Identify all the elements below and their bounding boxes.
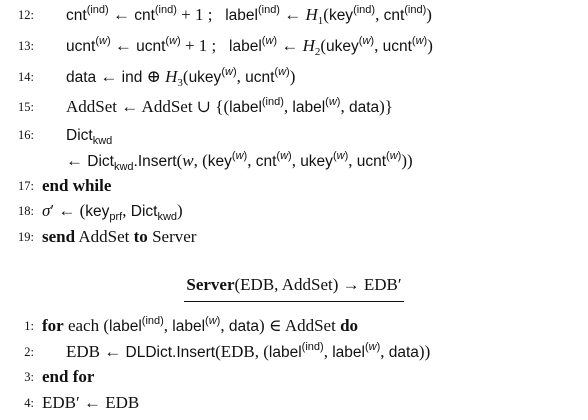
line-number: 1: bbox=[24, 319, 34, 333]
line-number: 15: bbox=[18, 100, 34, 114]
line-14-code: data ← ind ⊕ H3(ukey(w), ucnt(w)) bbox=[66, 66, 296, 89]
server-title-signature: (EDB, AddSet) → EDB′ bbox=[234, 275, 402, 294]
line-12-code: cnt(ind) ← cnt(ind) + 1 ; label(ind) ← H… bbox=[66, 4, 432, 27]
send-object: AddSet bbox=[78, 227, 130, 246]
line-number: 12: bbox=[18, 8, 34, 22]
end-for-keyword: end for bbox=[42, 367, 95, 386]
line-16-code: Dictkwd bbox=[66, 127, 113, 147]
line-18-code: σ′ ← (keyprf, Dictkwd) bbox=[42, 201, 183, 223]
line-13-code: ucnt(w) ← ucnt(w) + 1 ; label(w) ← H2(uk… bbox=[66, 35, 433, 58]
line-number: 17: bbox=[18, 179, 34, 193]
line-number: 14: bbox=[18, 70, 34, 84]
to-keyword: to bbox=[133, 227, 148, 246]
server-title-bold: Server bbox=[186, 275, 235, 294]
line-number: 18: bbox=[18, 204, 34, 218]
line-number: 2: bbox=[24, 345, 34, 359]
send-target: Server bbox=[152, 227, 197, 246]
line-19-code: send AddSet to Server bbox=[42, 226, 196, 248]
server-line-1-code: for each (label(ind), label(w), data) ∈ … bbox=[42, 315, 359, 336]
server-line-2-code: EDB ← DLDict.Insert(EDB, (label(ind), la… bbox=[66, 341, 431, 362]
line-number: 3: bbox=[24, 370, 34, 384]
line-number: 4: bbox=[24, 396, 34, 410]
line-15-code: AddSet ← AddSet ∪ {(label(ind), label(w)… bbox=[66, 96, 393, 117]
line-number: 13: bbox=[18, 39, 34, 53]
line-number: 16: bbox=[18, 128, 34, 142]
do-keyword: do bbox=[340, 316, 359, 335]
line-number: 19: bbox=[18, 230, 34, 244]
line-16b-code: ← Dictkwd.Insert(w, (key(w), cnt(w), uke… bbox=[66, 150, 413, 173]
send-keyword: send bbox=[42, 227, 76, 246]
end-while-keyword: end while bbox=[42, 176, 112, 195]
server-line-4-code: EDB′ ← EDB bbox=[42, 393, 140, 412]
server-procedure-title: Server(EDB, AddSet) → EDB′ bbox=[0, 272, 588, 302]
for-keyword: for bbox=[42, 316, 64, 335]
